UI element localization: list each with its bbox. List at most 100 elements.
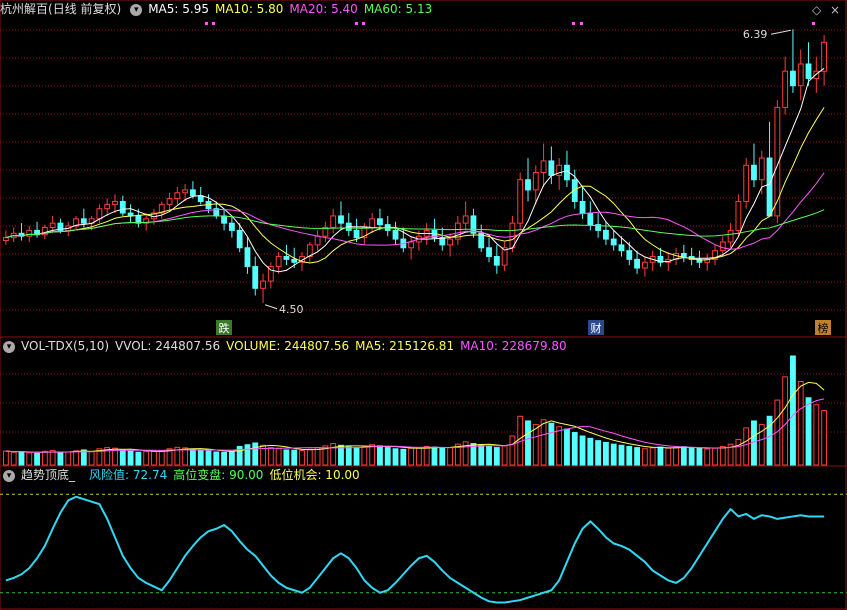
candle-body — [112, 200, 118, 205]
candle-body — [119, 200, 126, 214]
volume-bar — [361, 445, 368, 466]
ma10-line — [5, 107, 825, 264]
signal-marker — [362, 22, 365, 25]
candle-body — [291, 258, 298, 263]
candle-body — [743, 164, 750, 202]
volume-bar — [618, 444, 625, 466]
candle-body — [174, 192, 181, 200]
volume-bar — [673, 447, 679, 466]
volume-bar — [548, 422, 555, 466]
candle-body — [182, 189, 189, 194]
candle-body — [525, 179, 531, 191]
tag-2-badge[interactable]: 财 — [588, 320, 604, 335]
signal-marker — [580, 22, 583, 25]
tag-3-text: 榜 — [818, 321, 829, 335]
candle-body — [275, 255, 282, 268]
signal-marker — [355, 22, 358, 25]
volume-bar — [423, 445, 430, 466]
candle-body — [509, 222, 516, 249]
volume-bar — [151, 450, 157, 466]
volume-bar — [143, 451, 150, 466]
volume-bar — [680, 446, 687, 466]
candle-body — [797, 63, 804, 87]
stock-name: 杭州解百 — [0, 2, 49, 16]
candle-body — [618, 244, 625, 252]
volume-bar — [221, 451, 228, 466]
tag-1-text: 跌 — [219, 321, 230, 335]
volume-bar — [41, 450, 48, 466]
close-icon[interactable]: × — [830, 3, 840, 17]
volume-bar — [73, 450, 79, 466]
volume-bar — [384, 447, 391, 466]
volume-bar — [649, 447, 656, 466]
volume-panel — [2, 355, 828, 466]
volume-header: ▾ VOL-TDX(5,10) VVOL: 244807.56 VOLUME: 244… — [0, 337, 573, 355]
candle-body — [602, 229, 609, 240]
volume-bar — [540, 419, 547, 466]
candle-body — [766, 157, 773, 217]
candle-body — [587, 212, 594, 226]
signal-marker — [812, 22, 815, 25]
trend-indicator-line — [5, 495, 825, 604]
candle-body — [641, 261, 648, 269]
candle-body — [314, 235, 321, 246]
volume-bar — [525, 420, 531, 466]
candle-body — [782, 70, 789, 108]
volume-bar — [743, 427, 750, 466]
volume-bar — [696, 448, 703, 466]
candle-body — [353, 229, 360, 239]
volume-bar — [712, 447, 718, 466]
candle-body — [447, 238, 453, 246]
chevron-down-icon[interactable]: ▾ — [3, 340, 15, 353]
candle-body — [680, 253, 687, 257]
volume-bar — [431, 446, 438, 466]
chevron-down-icon[interactable]: ▾ — [130, 3, 143, 16]
volume-bar — [719, 445, 726, 466]
price-panel — [2, 22, 828, 310]
candle-body — [252, 266, 259, 289]
volume-bar — [283, 449, 290, 466]
volume-bar — [34, 452, 40, 466]
volume-bar — [439, 447, 446, 466]
volume-bar — [556, 426, 563, 466]
candle-body — [283, 255, 290, 260]
volume-bar — [797, 381, 804, 466]
diamond-icon[interactable]: ◇ — [812, 3, 821, 17]
volume-bar — [345, 446, 352, 466]
volume-ma5-line — [5, 381, 825, 453]
candle-body — [96, 208, 103, 220]
volume-bar — [291, 449, 298, 466]
volume-bar — [813, 404, 820, 466]
tag-1-badge[interactable]: 跌 — [216, 320, 232, 335]
volume-bar — [88, 451, 95, 466]
volume-bar — [571, 432, 578, 466]
volume-bar — [595, 440, 602, 466]
volume-bar — [408, 447, 415, 466]
volume-bar — [49, 450, 56, 466]
volume-ma10-value: MA10: 228679.80 — [460, 339, 567, 353]
volume-bar — [626, 445, 633, 466]
candle-body — [260, 280, 266, 289]
candle-body — [790, 70, 796, 87]
volume-bar — [532, 423, 539, 466]
volume-bar — [641, 448, 648, 466]
candle-body — [408, 241, 415, 249]
tag-3-badge[interactable]: 榜 — [815, 320, 831, 335]
volume-bar — [57, 451, 64, 466]
candle-body — [758, 157, 765, 181]
volume-bar — [353, 447, 360, 466]
indicator-header: ▾ 趋势顶底_ 风险值: 72.74 高位变盘: 90.00 低位机会: 10.00 — [0, 466, 366, 484]
candle-body — [634, 258, 641, 269]
volume-bar — [244, 444, 251, 466]
volume-bar — [2, 450, 9, 466]
volume-bar — [306, 448, 313, 466]
candle-body — [330, 215, 337, 229]
ma10-value: MA10: 5.80 — [214, 2, 284, 16]
candle-body — [104, 203, 111, 210]
volume-bar — [65, 451, 72, 466]
chart-grid — [0, 0, 847, 610]
volume-bar — [135, 451, 142, 466]
candle-body — [49, 222, 56, 229]
chevron-down-icon[interactable]: ▾ — [3, 469, 15, 482]
low-price-label: 4.50 — [279, 303, 304, 316]
